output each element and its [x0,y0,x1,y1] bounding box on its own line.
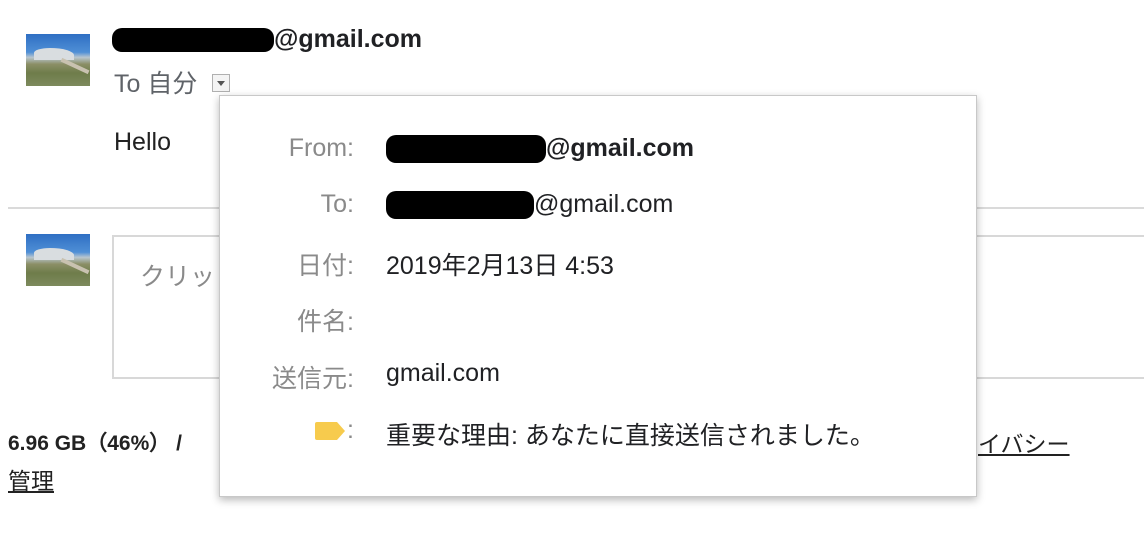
redacted-name [112,28,274,53]
label-important-icon [315,422,346,441]
message-details-popup: From: @gmail.com To: @gmail.com 日付: 2019… [219,95,977,497]
from-domain: @gmail.com [546,134,695,162]
from-label: From: [288,134,354,162]
sender-address: @gmail.com [112,25,422,54]
details-row-from: From: @gmail.com [220,134,976,174]
privacy-link[interactable]: イバシー [978,425,1070,459]
recipient-line: To 自分 [114,64,231,100]
reply-avatar [26,234,90,286]
details-row-subject: 件名: [220,302,976,342]
to-label-popup: To: [320,190,354,218]
redacted-from-name [386,135,546,164]
details-row-to: To: @gmail.com [220,190,976,230]
redacted-to-name [386,191,534,220]
importance-value: 重要な理由: あなたに直接送信されました。 [386,422,875,450]
date-value: 2019年2月13日 4:53 [386,252,614,280]
date-label: 日付: [297,252,354,280]
importance-label: : [315,416,354,445]
sender-avatar[interactable] [26,34,90,86]
details-row-mailed-by: 送信元: gmail.com [220,359,976,399]
message-body: Hello [114,128,171,156]
from-value: @gmail.com [386,134,695,164]
show-details-dropdown-icon[interactable] [212,74,231,93]
details-row-date: 日付: 2019年2月13日 4:53 [220,246,976,286]
manage-link[interactable]: 管理 [8,462,54,496]
sender-domain: @gmail.com [274,25,423,53]
to-value: 自分 [147,70,198,98]
mailed-by-value: gmail.com [386,359,500,387]
mailed-by-label: 送信元: [272,365,354,393]
to-value-popup: @gmail.com [386,190,674,220]
to-label: To [114,70,141,98]
storage-usage: 6.96 GB（46%） / [8,432,182,455]
reply-placeholder: クリッ [140,263,216,291]
to-domain: @gmail.com [534,190,674,218]
details-row-importance: : 重要な理由: あなたに直接送信されました。 [220,416,976,456]
subject-label: 件名: [297,308,354,336]
